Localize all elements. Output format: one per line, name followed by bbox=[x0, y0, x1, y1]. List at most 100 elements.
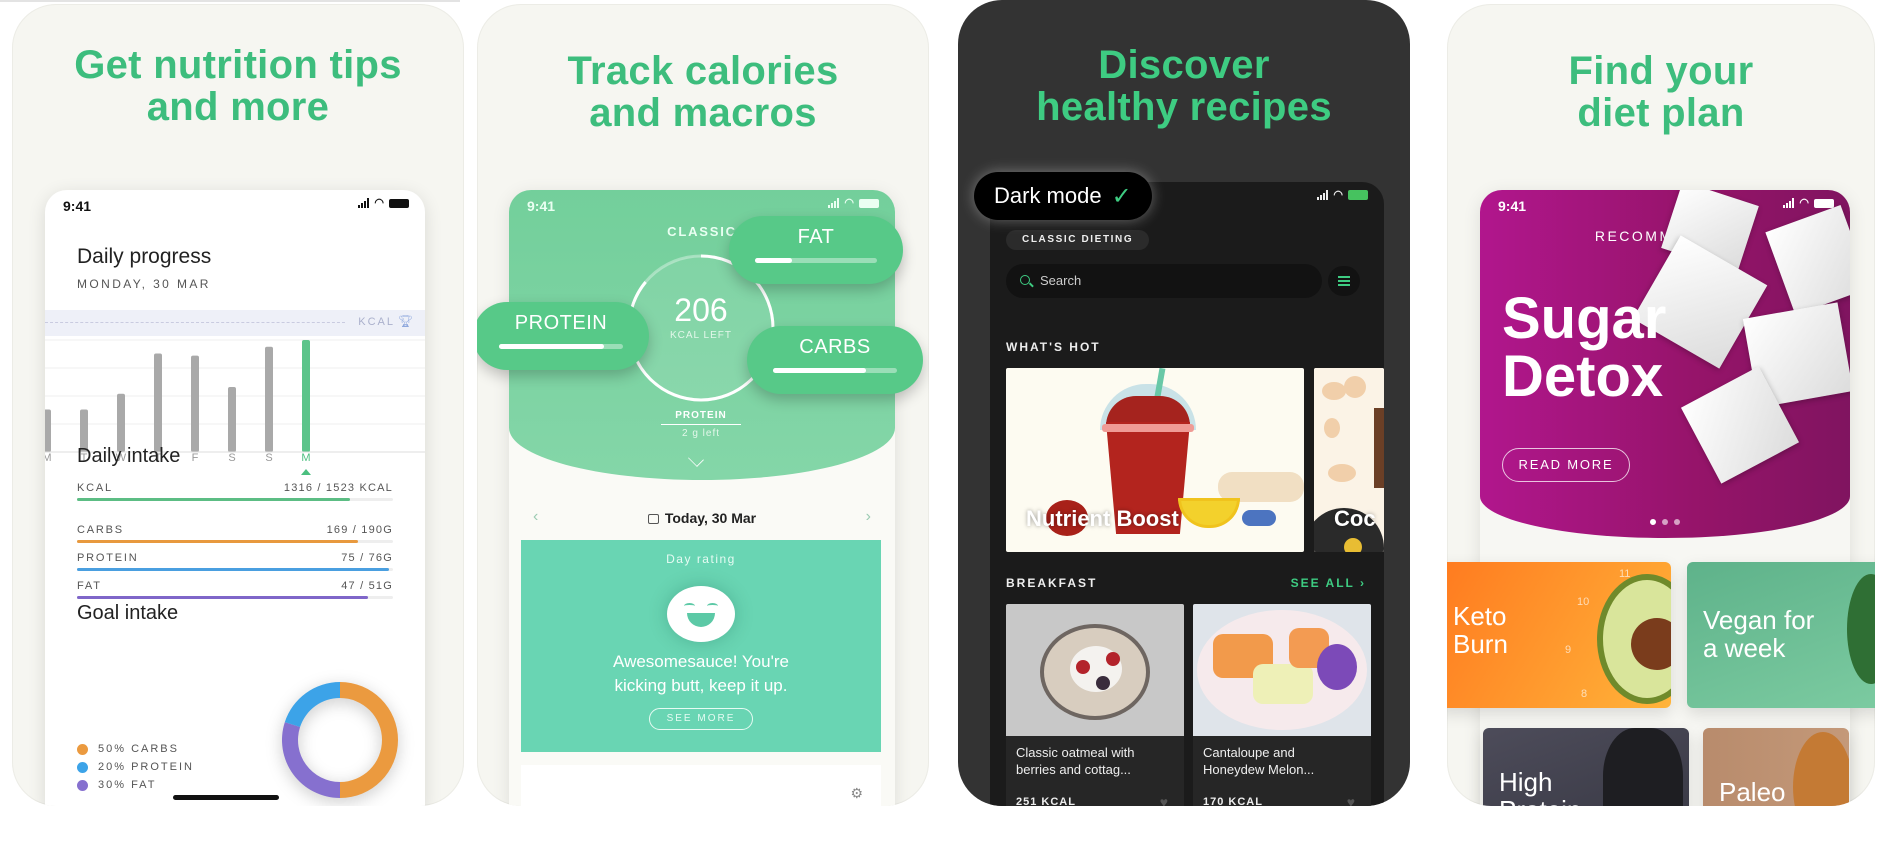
diet-chip[interactable]: CLASSIC DIETING bbox=[1006, 230, 1150, 250]
intake-label: PROTEIN bbox=[77, 552, 139, 564]
plan-card-title: Paleo bbox=[1719, 777, 1786, 806]
breakfast-card-title: Cantaloupe and Honeydew Melon... bbox=[1203, 745, 1315, 777]
donut-slice-carbs bbox=[340, 682, 398, 798]
signal-icon bbox=[828, 198, 840, 208]
blackberry-illustration bbox=[1096, 676, 1110, 690]
breakfast-card-kcal: 251 KCAL bbox=[1016, 796, 1076, 806]
pill-progress-track bbox=[499, 344, 623, 349]
recipe-card-title: Coc bbox=[1334, 506, 1376, 531]
pill-progress-fill bbox=[755, 258, 792, 263]
almond-image bbox=[1793, 732, 1849, 806]
bar-3[interactable] bbox=[154, 353, 162, 452]
legend-dot bbox=[77, 779, 88, 791]
chevron-down-icon[interactable] bbox=[688, 451, 704, 467]
plan-card-high-protein[interactable]: High Protein bbox=[1483, 728, 1689, 806]
day-label: S bbox=[228, 452, 236, 464]
dark-mode-badge[interactable]: Dark mode ✓ bbox=[974, 172, 1152, 220]
legend-label: 30% FAT bbox=[98, 779, 157, 791]
intake-progress-fill bbox=[77, 596, 369, 599]
cutting-board-illustration bbox=[1374, 408, 1384, 488]
breakfast-card-title: Classic oatmeal with berries and cottag.… bbox=[1016, 745, 1135, 777]
battery-icon bbox=[859, 198, 879, 208]
intake-label: CARBS bbox=[77, 524, 124, 536]
breakfast-card[interactable]: Cantaloupe and Honeydew Melon... 170 KCA… bbox=[1193, 604, 1371, 806]
daily-progress-chart bbox=[45, 339, 425, 453]
pill-label: PROTEIN bbox=[514, 312, 608, 334]
breakfast-card[interactable]: Classic oatmeal with berries and cottag.… bbox=[1006, 604, 1184, 806]
top-divider bbox=[0, 0, 460, 2]
bar-6[interactable] bbox=[265, 346, 273, 452]
current-date[interactable]: Today, 30 Mar bbox=[509, 510, 895, 526]
signal-icon bbox=[1783, 198, 1795, 208]
pill-label: FAT bbox=[797, 226, 835, 248]
goal-line bbox=[45, 322, 345, 323]
intake-progress-fill bbox=[77, 498, 351, 501]
donut-slice-fat bbox=[282, 722, 340, 798]
carousel-dots[interactable] bbox=[1480, 512, 1850, 530]
bar-2[interactable] bbox=[117, 393, 125, 452]
pill-progress-track bbox=[755, 258, 877, 263]
plan-card-paleo[interactable]: Paleo bbox=[1703, 728, 1849, 806]
headline: Discover healthy recipes bbox=[958, 44, 1410, 128]
recipe-card-nutrient-boost[interactable]: Nutrient Boost bbox=[1006, 368, 1304, 552]
honeydew-illustration bbox=[1253, 664, 1313, 704]
plan-card-vegan[interactable]: Vegan for a week bbox=[1687, 562, 1875, 708]
selected-day-caret-icon bbox=[301, 469, 311, 475]
see-more-button[interactable]: SEE MORE bbox=[649, 708, 753, 730]
oatmeal-photo bbox=[1006, 604, 1184, 736]
goal-intake-title: Goal intake bbox=[77, 602, 179, 624]
breakfast-title: BREAKFAST bbox=[1006, 576, 1098, 590]
bar-0[interactable] bbox=[45, 409, 51, 452]
bar-7[interactable] bbox=[302, 340, 310, 452]
see-all-link[interactable]: SEE ALL › bbox=[1291, 576, 1366, 590]
yogurt-illustration bbox=[1317, 644, 1357, 690]
panel-nutrition-tips: Get nutrition tips and more 9:41 ◠ Daily… bbox=[12, 4, 464, 806]
recommended-hero[interactable]: 9:41 ◠ RECOMMENDED Sugar Detox READ MORE bbox=[1480, 190, 1850, 538]
intake-progress-fill bbox=[77, 540, 358, 543]
smiley-icon bbox=[667, 586, 735, 642]
intake-row-protein: PROTEIN 75 / 76G bbox=[77, 552, 393, 574]
intake-value: 47 / 51G bbox=[341, 580, 393, 592]
clock-number: 8 bbox=[1581, 688, 1588, 700]
gear-icon[interactable]: ⚙ bbox=[850, 785, 863, 802]
search-input[interactable]: Search bbox=[1006, 264, 1322, 298]
filter-menu-button[interactable] bbox=[1328, 266, 1360, 296]
carousel-dot[interactable] bbox=[1674, 519, 1680, 525]
heart-icon[interactable]: ♥ bbox=[1160, 794, 1168, 806]
dark-mode-label: Dark mode bbox=[994, 183, 1102, 208]
heart-icon[interactable]: ♥ bbox=[1347, 794, 1355, 806]
goal-label: KCAL bbox=[358, 316, 395, 328]
carousel-dot[interactable] bbox=[1662, 519, 1668, 525]
legend-label: 20% PROTEIN bbox=[98, 761, 194, 773]
intake-progress-track bbox=[77, 596, 393, 599]
bar-5[interactable] bbox=[228, 387, 236, 452]
intake-progress-track bbox=[77, 540, 393, 543]
eggshell-illustration bbox=[1344, 376, 1366, 398]
battery-icon bbox=[1814, 198, 1834, 208]
next-day-button[interactable]: › bbox=[866, 508, 871, 526]
berry-illustration bbox=[1076, 660, 1090, 674]
protein-left-value: 2 g left bbox=[681, 428, 721, 439]
wifi-icon: ◠ bbox=[374, 197, 384, 209]
melon-photo bbox=[1193, 604, 1371, 736]
lemon-illustration bbox=[1178, 498, 1240, 528]
calendar-icon bbox=[647, 514, 659, 524]
eggshell-illustration bbox=[1324, 418, 1340, 438]
plan-card-keto-burn[interactable]: 11 10 9 8 Keto Burn bbox=[1447, 562, 1671, 708]
bar-4[interactable] bbox=[191, 355, 199, 452]
legend-dot bbox=[77, 743, 88, 755]
day-rating-card: Day rating Awesomesauce! You're kicking … bbox=[521, 540, 881, 752]
kale-image bbox=[1847, 574, 1875, 684]
clock-number: 9 bbox=[1565, 644, 1572, 656]
plan-card-title: High Protein bbox=[1499, 767, 1581, 806]
intake-row-carbs: CARBS 169 / 190G bbox=[77, 524, 393, 546]
kcal-goal-band: KCAL 🏆︎ bbox=[45, 310, 425, 336]
goal-intake-donut bbox=[282, 682, 398, 798]
intake-label: FAT bbox=[77, 580, 102, 592]
read-more-button[interactable]: READ MORE bbox=[1502, 448, 1630, 482]
berry-illustration bbox=[1106, 652, 1120, 666]
recipe-card-partial[interactable]: Coc bbox=[1314, 368, 1384, 552]
carousel-dot[interactable] bbox=[1650, 519, 1656, 525]
eggshell-illustration bbox=[1322, 382, 1346, 400]
legend-dot bbox=[77, 761, 88, 773]
